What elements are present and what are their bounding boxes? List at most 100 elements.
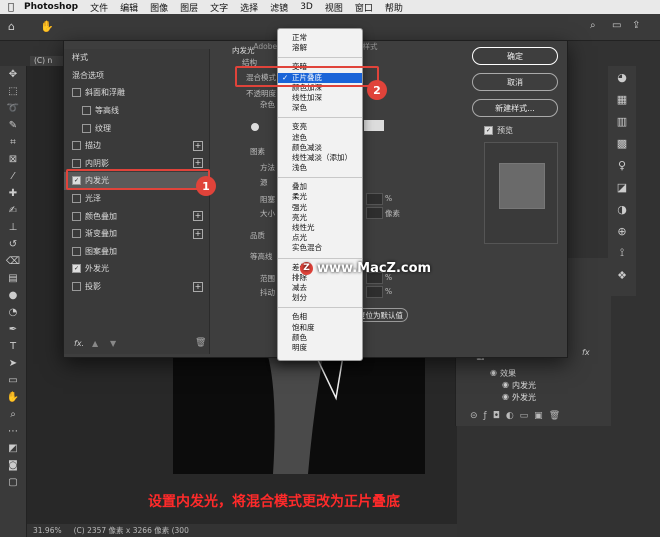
- menu-app-photoshop[interactable]: Photoshop: [24, 2, 78, 12]
- more-tools-icon[interactable]: ⋯: [0, 423, 26, 440]
- blend-option[interactable]: 颜色减淡: [278, 143, 362, 153]
- learn-panel-icon[interactable]: ♀: [608, 154, 636, 176]
- paths-panel-icon[interactable]: ⟟: [608, 242, 636, 264]
- quick-mask-icon[interactable]: ◙: [0, 457, 26, 474]
- blend-option[interactable]: 颜色: [278, 333, 362, 343]
- layer-effect-outer-glow[interactable]: 外发光: [512, 392, 536, 403]
- checkbox-stroke[interactable]: [72, 141, 81, 151]
- quick-select-tool-icon[interactable]: ✎: [0, 117, 26, 134]
- eyedropper-tool-icon[interactable]: ⁄: [0, 168, 26, 185]
- size-input[interactable]: [366, 207, 383, 219]
- move-up-icon[interactable]: ▲: [92, 339, 98, 348]
- share-icon[interactable]: ⇪: [632, 20, 640, 31]
- workspace-icon[interactable]: ▭: [612, 20, 621, 31]
- gradients-panel-icon[interactable]: ▥: [608, 110, 636, 132]
- fx-menu-button[interactable]: fx.: [74, 339, 84, 348]
- blend-option[interactable]: 变亮: [278, 122, 362, 132]
- frame-tool-icon[interactable]: ⊠: [0, 151, 26, 168]
- menu-3d[interactable]: 3D: [300, 2, 313, 12]
- style-item-satin[interactable]: 光泽: [64, 190, 209, 208]
- checkbox-inner-shadow[interactable]: [72, 158, 81, 168]
- style-item-outer-glow[interactable]: ✓ 外发光: [64, 260, 209, 278]
- blur-tool-icon[interactable]: ●: [0, 287, 26, 304]
- checkbox-color-overlay[interactable]: [72, 211, 81, 221]
- history-brush-icon[interactable]: ↺: [0, 236, 26, 253]
- blend-option[interactable]: 线性光: [278, 223, 362, 233]
- delete-effect-icon[interactable]: 🗑: [195, 338, 206, 348]
- style-item-drop-shadow[interactable]: 投影 +: [64, 278, 209, 296]
- preview-toggle[interactable]: ✓ 预览: [484, 125, 562, 136]
- menu-file[interactable]: 文件: [90, 1, 108, 14]
- add-color-overlay-icon[interactable]: +: [193, 211, 203, 222]
- blend-option[interactable]: 强光: [278, 203, 362, 213]
- add-stroke-icon[interactable]: +: [193, 140, 203, 151]
- brush-tool-icon[interactable]: ✍: [0, 202, 26, 219]
- add-gradient-overlay-icon[interactable]: +: [193, 228, 203, 239]
- checkbox-drop-shadow[interactable]: [72, 282, 81, 292]
- layers-footer-icons[interactable]: ⊝ƒ◘◐▭▣🗑: [470, 411, 566, 421]
- blend-option[interactable]: 线性减淡（添加）: [278, 153, 362, 163]
- style-item-bevel-emboss[interactable]: 斜面和浮雕: [64, 84, 209, 102]
- checkbox-contour[interactable]: [82, 106, 91, 116]
- color-swatch-icon[interactable]: ◩: [0, 440, 26, 457]
- swatches-panel-icon[interactable]: ▦: [608, 88, 636, 110]
- menu-image[interactable]: 图像: [150, 1, 168, 14]
- menu-help[interactable]: 帮助: [385, 1, 403, 14]
- blend-option[interactable]: 实色混合: [278, 243, 362, 253]
- blend-option[interactable]: 柔光: [278, 192, 362, 202]
- menu-view[interactable]: 视图: [325, 1, 343, 14]
- blend-option[interactable]: 亮光: [278, 213, 362, 223]
- blend-options-item[interactable]: 混合选项: [64, 67, 209, 85]
- lasso-tool-icon[interactable]: ➰: [0, 100, 26, 117]
- libraries-panel-icon[interactable]: ◪: [608, 176, 636, 198]
- stamp-tool-icon[interactable]: ⊥: [0, 219, 26, 236]
- cancel-button[interactable]: 取消: [472, 73, 558, 91]
- blend-option[interactable]: 色相: [278, 312, 362, 322]
- style-item-stroke[interactable]: 描边 +: [64, 137, 209, 155]
- checkbox-pattern-overlay[interactable]: [72, 246, 81, 256]
- jitter-input[interactable]: [366, 286, 383, 298]
- zoom-tool-icon[interactable]: ⌕: [0, 406, 26, 423]
- channels-panel-icon[interactable]: ⊕: [608, 220, 636, 242]
- eraser-tool-icon[interactable]: ⌫: [0, 253, 26, 270]
- style-item-texture[interactable]: 纹理: [64, 119, 209, 137]
- zoom-level[interactable]: 31.96%: [33, 526, 62, 535]
- blend-option[interactable]: 明度: [278, 343, 362, 353]
- search-icon[interactable]: ⌕: [590, 20, 596, 31]
- checkbox-texture[interactable]: [82, 123, 91, 133]
- blend-option[interactable]: 溶解: [278, 43, 362, 53]
- blend-option[interactable]: 线性加深: [278, 93, 362, 103]
- preview-checkbox[interactable]: ✓: [484, 126, 493, 135]
- color-panel-icon[interactable]: ◕: [608, 66, 636, 88]
- pen-tool-icon[interactable]: ✒: [0, 321, 26, 338]
- blend-option[interactable]: 减去: [278, 283, 362, 293]
- add-inner-shadow-icon[interactable]: +: [193, 158, 203, 169]
- patterns-panel-icon[interactable]: ▩: [608, 132, 636, 154]
- adjustments-panel-icon[interactable]: ◑: [608, 198, 636, 220]
- checkbox-outer-glow[interactable]: ✓: [72, 264, 81, 274]
- blend-option[interactable]: 正常: [278, 33, 362, 43]
- healing-tool-icon[interactable]: ✚: [0, 185, 26, 202]
- blend-option[interactable]: 叠加: [278, 182, 362, 192]
- shape-tool-icon[interactable]: ▭: [0, 372, 26, 389]
- marquee-tool-icon[interactable]: ⬚: [0, 83, 26, 100]
- document-image[interactable]: [173, 356, 425, 474]
- blend-option[interactable]: 饱和度: [278, 323, 362, 333]
- blend-option[interactable]: 划分: [278, 293, 362, 303]
- move-tool-icon[interactable]: ✥: [0, 66, 26, 83]
- ok-button[interactable]: 确定: [472, 47, 558, 65]
- hand-tool-icon[interactable]: ✋: [40, 20, 54, 33]
- move-down-icon[interactable]: ▼: [110, 339, 116, 348]
- gradient-picker[interactable]: [364, 120, 384, 131]
- blend-option[interactable]: 浅色: [278, 163, 362, 173]
- layer-effect-inner-glow[interactable]: 内发光: [512, 380, 536, 391]
- menu-select[interactable]: 选择: [240, 1, 258, 14]
- blend-option[interactable]: 点光: [278, 233, 362, 243]
- blend-option[interactable]: 深色: [278, 103, 362, 113]
- checkbox-satin[interactable]: [72, 194, 81, 204]
- menu-layer[interactable]: 图层: [180, 1, 198, 14]
- blend-option[interactable]: 滤色: [278, 133, 362, 143]
- style-item-color-overlay[interactable]: 颜色叠加 +: [64, 207, 209, 225]
- inner-glow-visibility-icon[interactable]: ◉: [502, 380, 509, 389]
- outer-glow-visibility-icon[interactable]: ◉: [502, 392, 509, 401]
